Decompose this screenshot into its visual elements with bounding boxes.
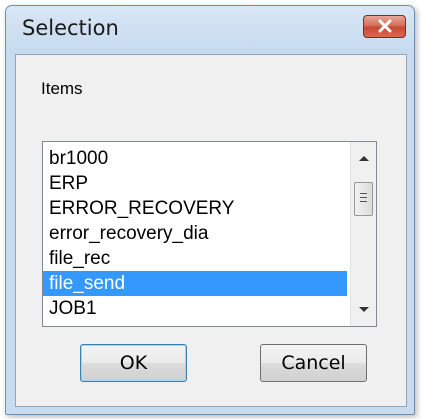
list-item[interactable]: ERROR_RECOVERY	[43, 196, 347, 221]
cancel-button[interactable]: Cancel	[260, 344, 367, 382]
list-item-selected[interactable]: file_send	[43, 271, 347, 296]
list-item[interactable]: error_recovery_dia	[43, 221, 347, 246]
items-label: Items	[41, 79, 83, 98]
scrollbar-thumb[interactable]	[354, 182, 373, 216]
vertical-scrollbar[interactable]	[350, 142, 376, 326]
window-title: Selection	[22, 16, 119, 40]
grip-line	[360, 201, 367, 202]
dialog-content: Items br1000 ERP ERROR_RECOVERY error_re…	[15, 54, 407, 407]
selection-dialog: Selection Items br1000 ERP ERROR_RECOVER…	[5, 5, 415, 415]
scroll-down-arrow-icon[interactable]	[358, 306, 370, 314]
close-icon	[378, 19, 392, 33]
scroll-up-arrow-icon[interactable]	[358, 154, 370, 162]
title-bar[interactable]: Selection	[6, 6, 414, 54]
grip-line	[360, 193, 367, 194]
list-item[interactable]: JOB1	[43, 296, 347, 321]
items-listbox[interactable]: br1000 ERP ERROR_RECOVERY error_recovery…	[42, 141, 377, 327]
ok-button[interactable]: OK	[80, 344, 187, 382]
list-item[interactable]: file_rec	[43, 246, 347, 271]
grip-line	[360, 197, 367, 198]
list-item[interactable]: br1000	[43, 146, 347, 171]
list-item[interactable]: ERP	[43, 171, 347, 196]
close-button[interactable]	[363, 15, 406, 38]
